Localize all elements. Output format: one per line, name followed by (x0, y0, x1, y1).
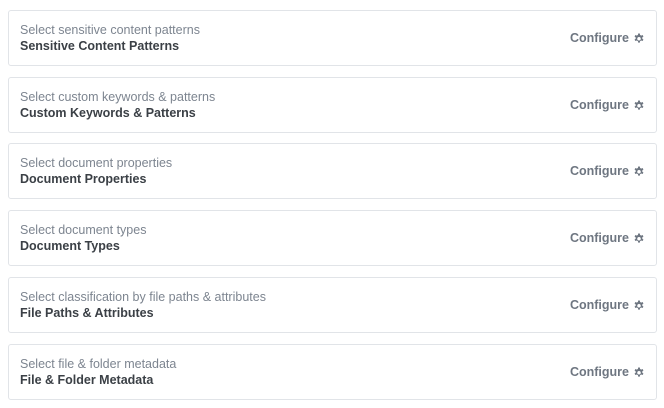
rule-card-document-properties[interactable]: Select document properties Document Prop… (8, 143, 657, 199)
rule-title: File & Folder Metadata (20, 373, 154, 387)
rule-card-custom-keywords-patterns[interactable]: Select custom keywords & patterns Custom… (8, 77, 657, 133)
rule-card-file-folder-metadata[interactable]: Select file & folder metadata File & Fol… (8, 344, 657, 400)
configure-label: Configure (569, 30, 629, 45)
rule-subtitle: Select file & folder metadata (20, 357, 177, 371)
gear-icon (633, 165, 645, 177)
configure-label: Configure (569, 97, 629, 112)
rule-subtitle: Select custom keywords & patterns (20, 90, 216, 104)
configure-button[interactable]: Configure (570, 296, 645, 314)
configure-button[interactable]: Configure (570, 363, 645, 381)
configure-label: Configure (569, 163, 629, 178)
gear-icon (633, 366, 645, 378)
rule-card-document-types[interactable]: Select document types Document Types Con… (8, 210, 657, 266)
classification-rules-list: Select sensitive content patterns Sensit… (0, 0, 664, 408)
rule-title: Document Types (20, 239, 120, 253)
gear-icon (633, 99, 645, 111)
configure-button[interactable]: Configure (570, 96, 645, 114)
rule-card-sensitive-content-patterns[interactable]: Select sensitive content patterns Sensit… (8, 10, 657, 66)
rule-title: File Paths & Attributes (20, 306, 154, 320)
rule-title: Custom Keywords & Patterns (20, 106, 196, 120)
configure-button[interactable]: Configure (570, 229, 645, 247)
gear-icon (633, 299, 645, 311)
gear-icon (633, 232, 645, 244)
rule-card-file-paths-attributes[interactable]: Select classification by file paths & at… (8, 277, 657, 333)
rule-subtitle: Select document types (20, 223, 147, 237)
configure-button[interactable]: Configure (570, 162, 645, 180)
rule-subtitle: Select document properties (20, 156, 173, 170)
configure-button[interactable]: Configure (570, 29, 645, 47)
gear-icon (633, 32, 645, 44)
rule-title: Sensitive Content Patterns (20, 39, 180, 53)
rule-subtitle: Select classification by file paths & at… (20, 290, 266, 304)
configure-label: Configure (569, 230, 629, 245)
rule-subtitle: Select sensitive content patterns (20, 23, 200, 37)
configure-label: Configure (569, 364, 629, 379)
rule-title: Document Properties (20, 172, 147, 186)
configure-label: Configure (569, 297, 629, 312)
